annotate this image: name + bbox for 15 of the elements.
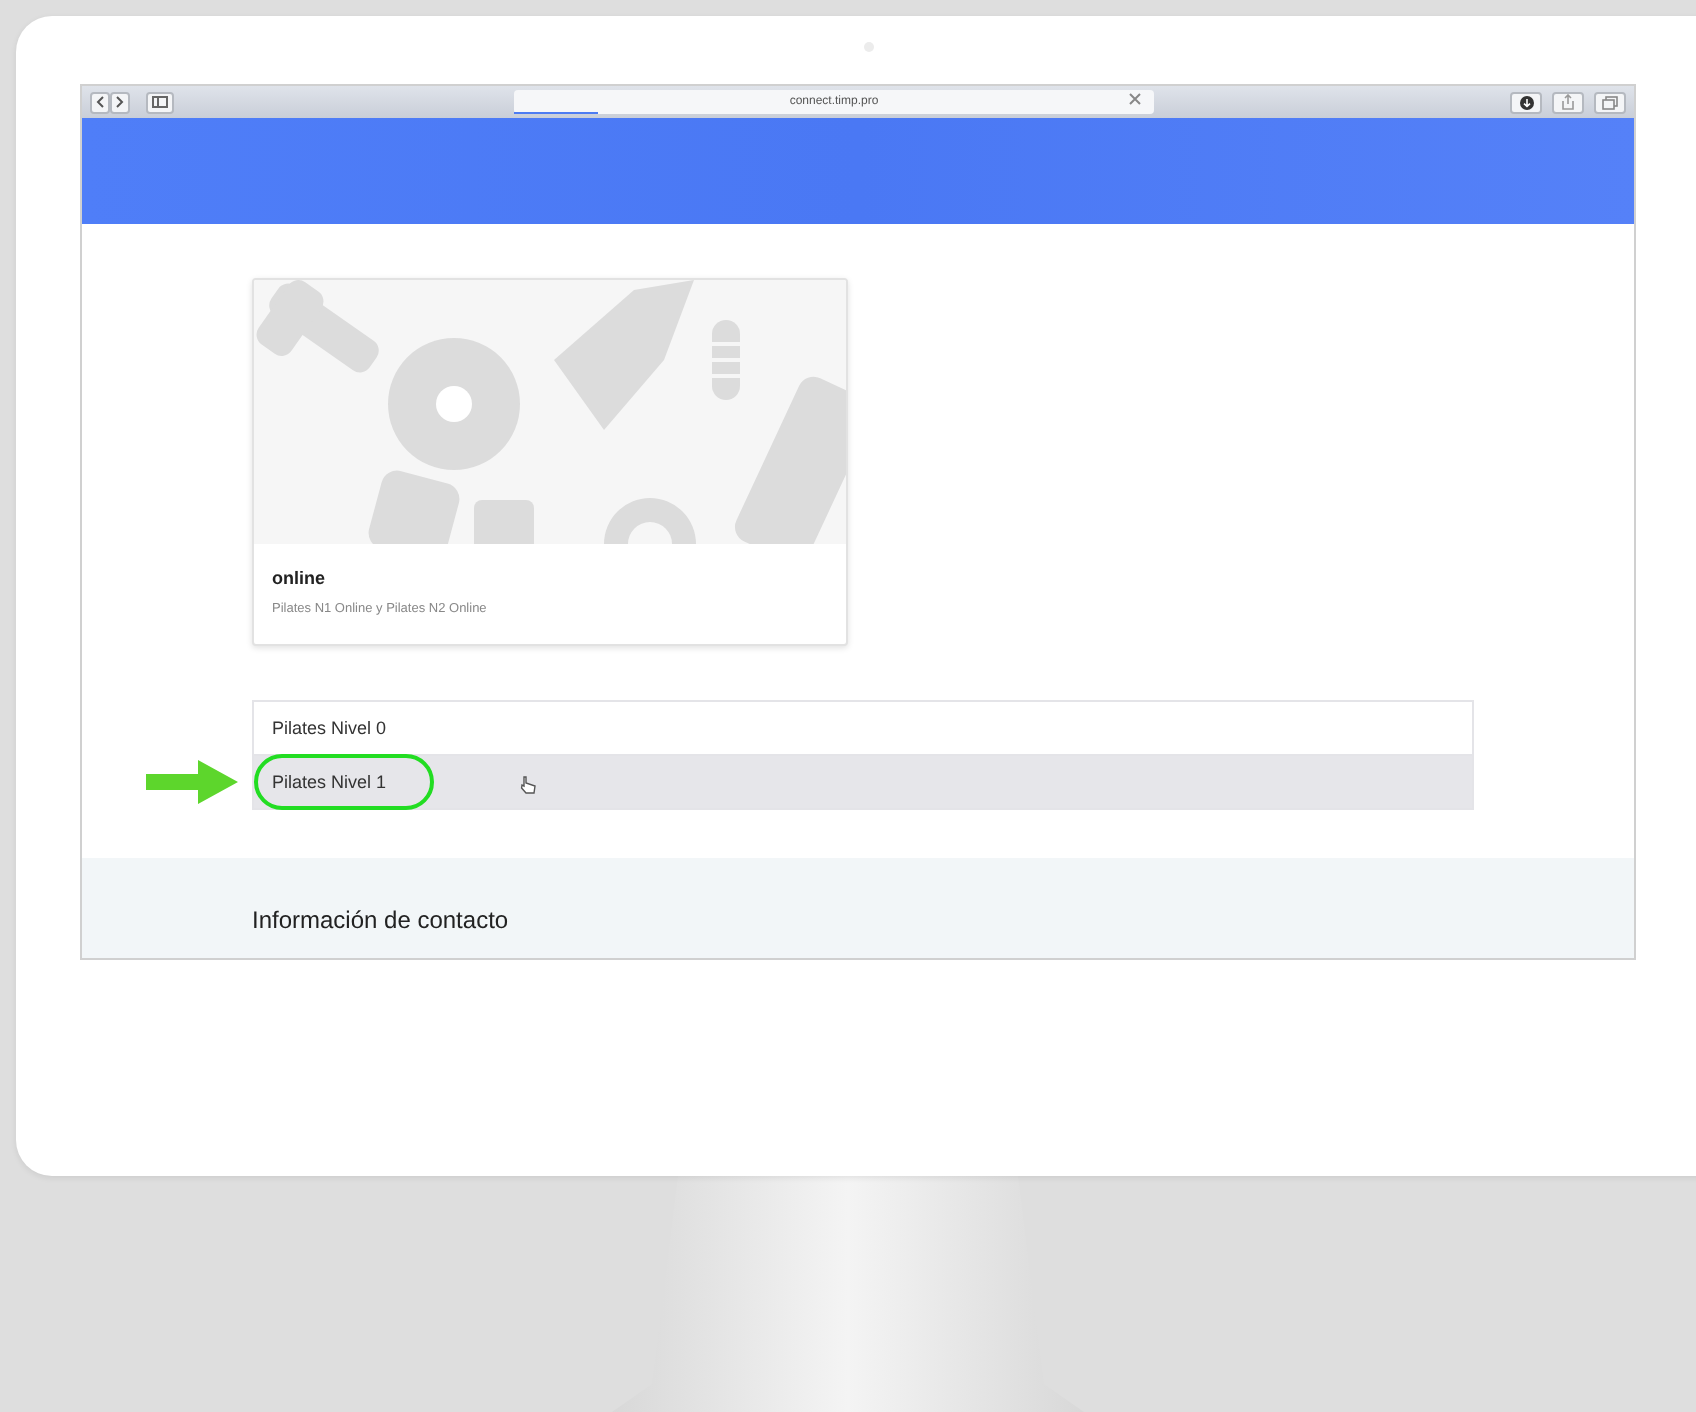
tabs-icon	[1602, 95, 1618, 109]
sidebar-button[interactable]	[146, 91, 174, 113]
forward-button[interactable]	[110, 91, 130, 113]
back-icon	[96, 96, 104, 108]
share-icon	[1562, 94, 1574, 110]
card-title: online	[270, 566, 327, 588]
download-button[interactable]	[1510, 91, 1542, 113]
pointer-cursor-icon	[520, 776, 536, 794]
arrow-icon	[146, 760, 238, 804]
sidebar-icon	[152, 96, 168, 108]
section-title: Información de contacto	[252, 906, 511, 934]
forward-icon	[116, 96, 124, 108]
close-icon[interactable]	[1128, 92, 1142, 106]
download-icon	[1519, 95, 1533, 109]
back-button[interactable]	[90, 91, 110, 113]
